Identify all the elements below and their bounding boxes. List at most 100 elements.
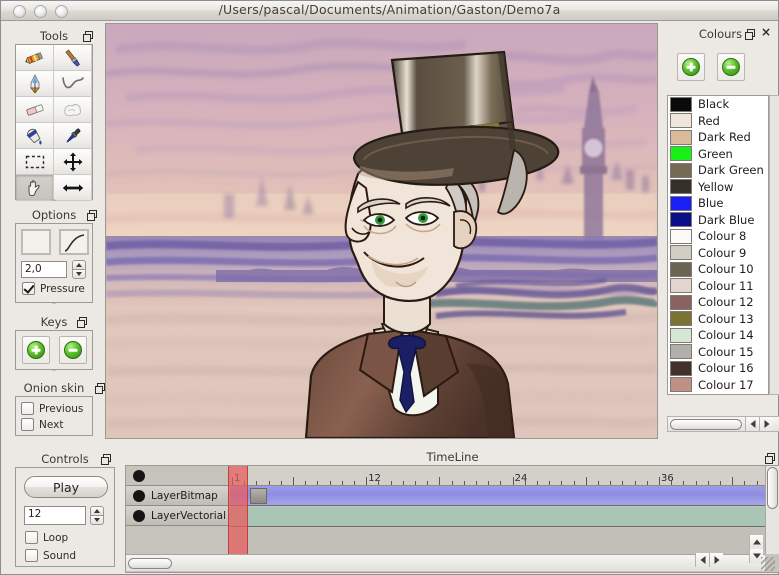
curve-preview-swatch[interactable] [59,229,89,255]
scroll-right-arrow-icon[interactable] [709,553,723,567]
scroll-left-arrow-icon[interactable] [745,417,759,431]
pen-tool[interactable] [16,71,54,97]
float-panel-icon[interactable] [77,317,87,328]
onion-next-row[interactable]: Next [21,418,63,431]
ruler-tick [317,481,319,485]
ruler-frame-number: 36 [661,473,674,484]
colours-horizontal-scrollbar[interactable] [667,416,779,432]
colour-list-item[interactable]: Red [668,113,768,130]
colour-list-item[interactable]: Yellow [668,179,768,196]
timeline-empty-area[interactable] [230,528,766,554]
timeline-track-vectorial[interactable] [230,507,766,527]
options-panel-title: Options [31,207,77,222]
colour-list-item[interactable]: Colour 11 [668,278,768,295]
add-key-button[interactable] [22,336,50,364]
colour-list-item[interactable]: Colour 15 [668,344,768,361]
fps-stepper[interactable] [90,506,104,525]
colour-list-item[interactable]: Colour 17 [668,377,768,394]
timeline-playhead[interactable] [228,466,248,554]
colour-list-item[interactable]: Colour 8 [668,228,768,245]
colour-chip [670,195,692,211]
remove-colour-button[interactable] [717,53,745,81]
brush-tool[interactable] [54,45,92,71]
timeline-hscroll-thumb[interactable] [128,557,172,569]
ruler-tick [500,481,502,485]
ruler-tick [634,481,636,485]
drawing-canvas[interactable] [105,23,658,439]
layer-row-vectorial[interactable]: LayerVectorial [126,506,230,526]
fps-input[interactable]: 12 [24,506,86,525]
pressure-checkbox[interactable] [22,282,35,295]
float-panel-icon[interactable] [95,383,105,394]
brush-width-input[interactable]: 2,0 [21,261,67,278]
smudge-tool[interactable] [54,97,92,123]
remove-key-button[interactable] [59,336,87,364]
sound-option-row[interactable]: Sound [25,549,76,562]
move-tool[interactable] [54,149,92,175]
timeline-ruler[interactable]: 1122436 [230,466,766,486]
colours-vertical-scrollbar[interactable] [769,95,779,395]
timeline-vscroll-thumb[interactable] [767,467,778,509]
eyedropper-tool[interactable] [54,123,92,149]
pencil-tool[interactable] [16,45,54,71]
timeline-horizontal-scrollbar[interactable] [126,554,765,571]
foreground-colour-swatch[interactable] [21,229,51,255]
colours-hscroll-thumb[interactable] [670,418,742,430]
layer-visibility-icon[interactable] [133,489,145,502]
float-panel-icon[interactable] [87,210,97,221]
timeline-vertical-scrollbar[interactable] [765,466,779,554]
loop-checkbox[interactable] [25,531,38,544]
layer-row-bitmap[interactable]: LayerBitmap [126,486,230,506]
ruler-tick [732,477,734,485]
colour-list-item[interactable]: Colour 12 [668,294,768,311]
pressure-option-row[interactable]: Pressure [22,282,85,295]
sound-checkbox[interactable] [25,549,38,562]
colour-list-item[interactable]: Colour 14 [668,327,768,344]
layer-visibility-icon[interactable] [133,509,145,522]
colour-label: Colour 14 [698,328,754,343]
onion-next-checkbox[interactable] [21,418,34,431]
scroll-right-arrow-icon[interactable] [759,417,773,431]
brush-width-stepper[interactable] [72,260,86,279]
layer-visibility-icon[interactable] [133,469,145,482]
float-panel-icon[interactable] [101,454,111,465]
scroll-up-arrow-icon[interactable] [749,535,763,549]
colour-list-item[interactable]: Colour 10 [668,261,768,278]
colour-chip [670,360,692,376]
keys-panel-grip[interactable]: ⌃ [15,369,93,377]
float-panel-icon[interactable] [765,453,775,464]
keyframe-block[interactable] [250,488,267,504]
hand-tool[interactable] [16,175,54,201]
play-button[interactable]: Play [24,476,108,498]
options-panel-grip[interactable]: ⌃ [15,302,93,310]
resize-tool[interactable] [54,175,92,201]
tools-panel-title: Tools [39,28,69,43]
polyline-tool[interactable] [54,71,92,97]
timeline-track-bitmap[interactable] [230,486,766,506]
close-icon[interactable]: × [761,26,771,38]
colour-list-item[interactable]: Dark Blue [668,212,768,229]
colour-label: Colour 17 [698,377,754,392]
add-colour-button[interactable] [677,53,705,81]
colour-list-item[interactable]: Black [668,96,768,113]
float-panel-icon[interactable] [745,29,755,40]
select-tool[interactable] [16,149,54,175]
minus-circle-icon [64,341,82,359]
onion-previous-row[interactable]: Previous [21,402,83,415]
colour-list-item[interactable]: Green [668,146,768,163]
colour-list-item[interactable]: Colour 13 [668,311,768,328]
window-resize-grip[interactable] [761,557,775,571]
colour-list-item[interactable]: Dark Green [668,162,768,179]
ruler-frame-number: 12 [368,473,381,484]
loop-option-row[interactable]: Loop [25,531,68,544]
colour-list-item[interactable]: Dark Red [668,129,768,146]
scroll-left-arrow-icon[interactable] [695,553,709,567]
colour-list-item[interactable]: Colour 16 [668,360,768,377]
float-panel-icon[interactable] [83,31,93,42]
onion-previous-checkbox[interactable] [21,402,34,415]
colour-list-item[interactable]: Blue [668,195,768,212]
bucket-tool[interactable] [16,123,54,149]
colour-swatch-list[interactable]: Black Red Dark Red Green Dark Green Yellow Blu… [667,95,769,395]
eraser-tool[interactable] [16,97,54,123]
colour-list-item[interactable]: Colour 9 [668,245,768,262]
